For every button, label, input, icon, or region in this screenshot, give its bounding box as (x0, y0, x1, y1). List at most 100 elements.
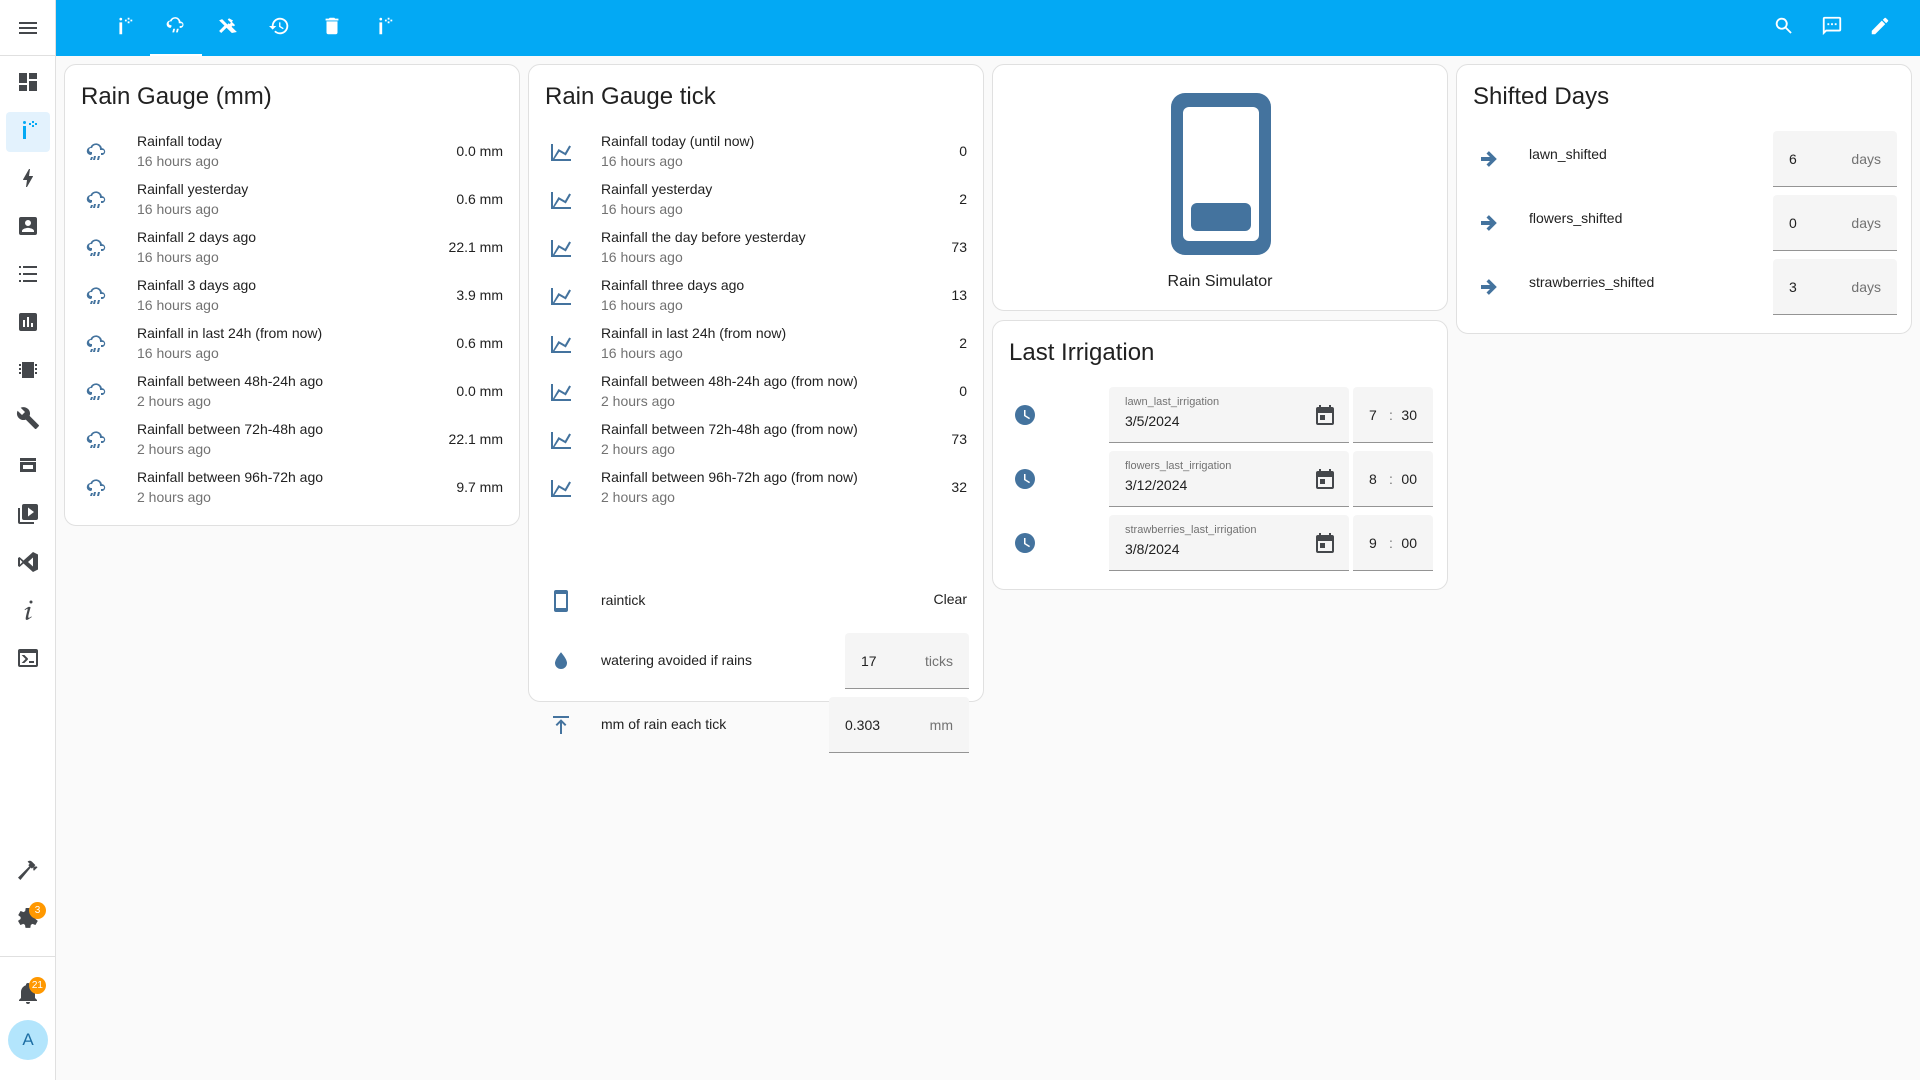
sidebar-item-history[interactable] (6, 304, 50, 344)
entity-name: Rainfall 3 days ago (137, 277, 257, 293)
list-item[interactable]: Rainfall between 72h-48h ago (from now) 2… (529, 417, 983, 465)
watering-unit: ticks (925, 653, 953, 669)
code-icon (16, 550, 40, 579)
sidebar-item-hacs[interactable] (6, 448, 50, 488)
calendar-icon[interactable] (1313, 467, 1337, 491)
sidebar-item-overview[interactable] (6, 64, 50, 104)
irrigation-row: lawn_last_irrigation 3/5/2024 7:30 (993, 387, 1447, 443)
minute-value[interactable]: 30 (1401, 407, 1417, 423)
settings-badge: 3 (29, 902, 46, 919)
list-item[interactable]: Rainfall in last 24h (from now) 16 hours … (65, 321, 519, 369)
list-item[interactable]: Rainfall between 48h-24h ago (from now) 2… (529, 369, 983, 417)
sidebar-divider (0, 956, 56, 957)
calendar-icon[interactable] (1313, 403, 1337, 427)
clock-icon (1013, 467, 1037, 491)
days-unit: days (1851, 279, 1881, 295)
days-input[interactable]: 0 days (1773, 195, 1897, 251)
hour-value[interactable]: 8 (1369, 471, 1377, 487)
dashboard-icon (16, 70, 40, 99)
time-input[interactable]: 7:30 (1353, 387, 1433, 443)
list-item[interactable]: Rainfall three days ago 16 hours ago 13 (529, 273, 983, 321)
weather-rainy-icon (85, 381, 109, 405)
sidebar-item-energy[interactable] (6, 160, 50, 200)
history-icon (269, 15, 291, 42)
sidebar-item-settings[interactable]: 3 (6, 900, 50, 940)
entity-name: Rainfall three days ago (601, 277, 745, 293)
sidebar-item-tools[interactable] (6, 400, 50, 440)
sidebar-item-info[interactable] (6, 592, 50, 632)
clear-button[interactable]: Clear (934, 591, 967, 607)
list-item[interactable]: Rainfall today 16 hours ago 0.0 mm (65, 129, 519, 177)
shifted-row: flowers_shifted 0 days (1457, 195, 1911, 251)
hour-value[interactable]: 9 (1369, 535, 1377, 551)
list-item[interactable]: Rainfall yesterday 16 hours ago 2 (529, 177, 983, 225)
sidebar-item-irrigation[interactable] (6, 112, 50, 152)
console-icon (16, 646, 40, 675)
entity-value: 0.0 mm (456, 383, 503, 399)
date-input[interactable]: strawberries_last_irrigation 3/8/2024 (1109, 515, 1349, 571)
days-input[interactable]: 3 days (1773, 259, 1897, 315)
sidebar-item-logbook[interactable] (6, 256, 50, 296)
chart-line-icon (549, 381, 573, 405)
entity-value: 0 (959, 143, 967, 159)
minute-value[interactable]: 00 (1401, 535, 1417, 551)
list-icon (16, 262, 40, 291)
trash-icon (321, 15, 343, 42)
sidebar-item-media[interactable] (6, 496, 50, 536)
list-item[interactable]: Rainfall between 96h-72h ago (from now) 2… (529, 465, 983, 513)
account-box-icon (16, 214, 40, 243)
calendar-icon[interactable] (1313, 531, 1337, 555)
list-item[interactable]: Rainfall 3 days ago 16 hours ago 3.9 mm (65, 273, 519, 321)
entity-name: Rainfall yesterday (137, 181, 249, 197)
tab-sprinkler-2[interactable] (358, 0, 410, 56)
sidebar-item-esphome[interactable] (6, 352, 50, 392)
entity-time: 16 hours ago (601, 201, 683, 217)
chart-line-icon (549, 189, 573, 213)
entity-time: 16 hours ago (137, 249, 219, 265)
rain-simulator-card[interactable]: Rain Simulator (992, 64, 1448, 311)
list-item[interactable]: Rainfall between 96h-72h ago 2 hours ago 9… (65, 465, 519, 513)
weather-rainy-icon (85, 285, 109, 309)
sidebar-item-vscode[interactable] (6, 544, 50, 584)
list-item[interactable]: Rainfall today (until now) 16 hours ago 0 (529, 129, 983, 177)
menu-icon[interactable] (16, 16, 40, 40)
shifted-row: strawberries_shifted 3 days (1457, 259, 1911, 315)
tab-tools[interactable] (202, 0, 254, 56)
sidebar-item-terminal[interactable] (6, 640, 50, 680)
list-item[interactable]: Rainfall yesterday 16 hours ago 0.6 mm (65, 177, 519, 225)
sidebar-item-notifications[interactable]: 21 (6, 975, 50, 1015)
entity-time: 16 hours ago (137, 153, 219, 169)
clock-icon (1013, 403, 1037, 427)
tab-history[interactable] (254, 0, 306, 56)
avatar[interactable]: A (8, 1020, 48, 1060)
tab-delete[interactable] (306, 0, 358, 56)
assist-button[interactable] (1812, 8, 1852, 48)
list-item[interactable]: Rainfall in last 24h (from now) 16 hours … (529, 321, 983, 369)
list-item[interactable]: Rainfall the day before yesterday 16 hour… (529, 225, 983, 273)
list-item[interactable]: Rainfall between 48h-24h ago 2 hours ago 0… (65, 369, 519, 417)
sprinkler-icon (16, 118, 40, 147)
minute-value[interactable]: 00 (1401, 471, 1417, 487)
tab-rain[interactable] (150, 0, 202, 56)
list-item[interactable]: Rainfall between 72h-48h ago 2 hours ago 2… (65, 417, 519, 465)
date-input[interactable]: lawn_last_irrigation 3/5/2024 (1109, 387, 1349, 443)
entity-value: 73 (951, 431, 967, 447)
mm-tick-input[interactable]: 0.303 mm (829, 697, 969, 753)
simulator-label: Rain Simulator (1167, 273, 1273, 290)
date-field-label: flowers_last_irrigation (1125, 460, 1232, 472)
arrow-right-icon (1477, 211, 1501, 235)
hour-value[interactable]: 7 (1369, 407, 1377, 423)
days-input[interactable]: 6 days (1773, 131, 1897, 187)
time-input[interactable]: 9:00 (1353, 515, 1433, 571)
tab-irrigation[interactable] (98, 0, 150, 56)
edit-dashboard-button[interactable] (1860, 8, 1900, 48)
watering-input[interactable]: 17 ticks (845, 633, 969, 689)
date-input[interactable]: flowers_last_irrigation 3/12/2024 (1109, 451, 1349, 507)
days-value: 0 (1789, 215, 1797, 231)
sidebar-item-map[interactable] (6, 208, 50, 248)
sidebar-item-developer[interactable] (6, 852, 50, 892)
search-button[interactable] (1764, 8, 1804, 48)
list-item[interactable]: Rainfall 2 days ago 16 hours ago 22.1 mm (65, 225, 519, 273)
wrench-icon (16, 406, 40, 435)
time-input[interactable]: 8:00 (1353, 451, 1433, 507)
